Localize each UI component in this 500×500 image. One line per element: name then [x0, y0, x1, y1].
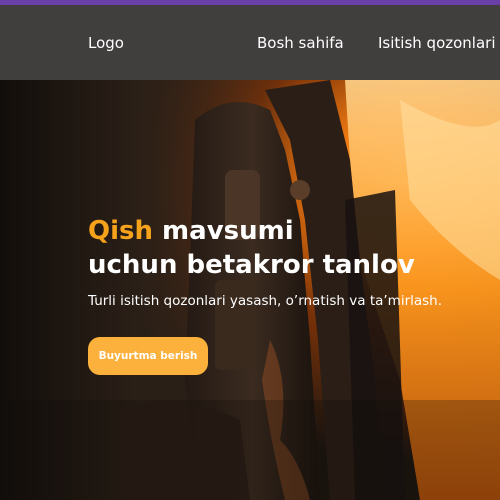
- nav-item-home[interactable]: Bosh sahifa: [257, 33, 344, 53]
- hero-title-line-2: uchun betakror tanlov: [88, 250, 415, 280]
- hero-section: Qish mavsumi uchun betakror tanlov Turli…: [0, 80, 500, 500]
- order-button[interactable]: Buyurtma berish: [88, 337, 208, 375]
- page: Logo Bosh sahifa Isitish qozonlari Qish …: [0, 0, 500, 500]
- hero-background-image: [0, 80, 500, 500]
- hero-subtitle: Turli isitish qozonlari yasash, o’rnatis…: [88, 293, 443, 309]
- hero-title-accent: Qish: [88, 216, 153, 246]
- hero-title-line-1: Qish mavsumi: [88, 214, 415, 248]
- nav-item-heating-boilers[interactable]: Isitish qozonlari: [378, 33, 496, 53]
- logo[interactable]: Logo: [88, 33, 124, 53]
- hero-title-line-1-rest: mavsumi: [153, 216, 294, 246]
- navbar: Logo Bosh sahifa Isitish qozonlari: [0, 5, 500, 80]
- hero-title: Qish mavsumi uchun betakror tanlov: [88, 214, 415, 282]
